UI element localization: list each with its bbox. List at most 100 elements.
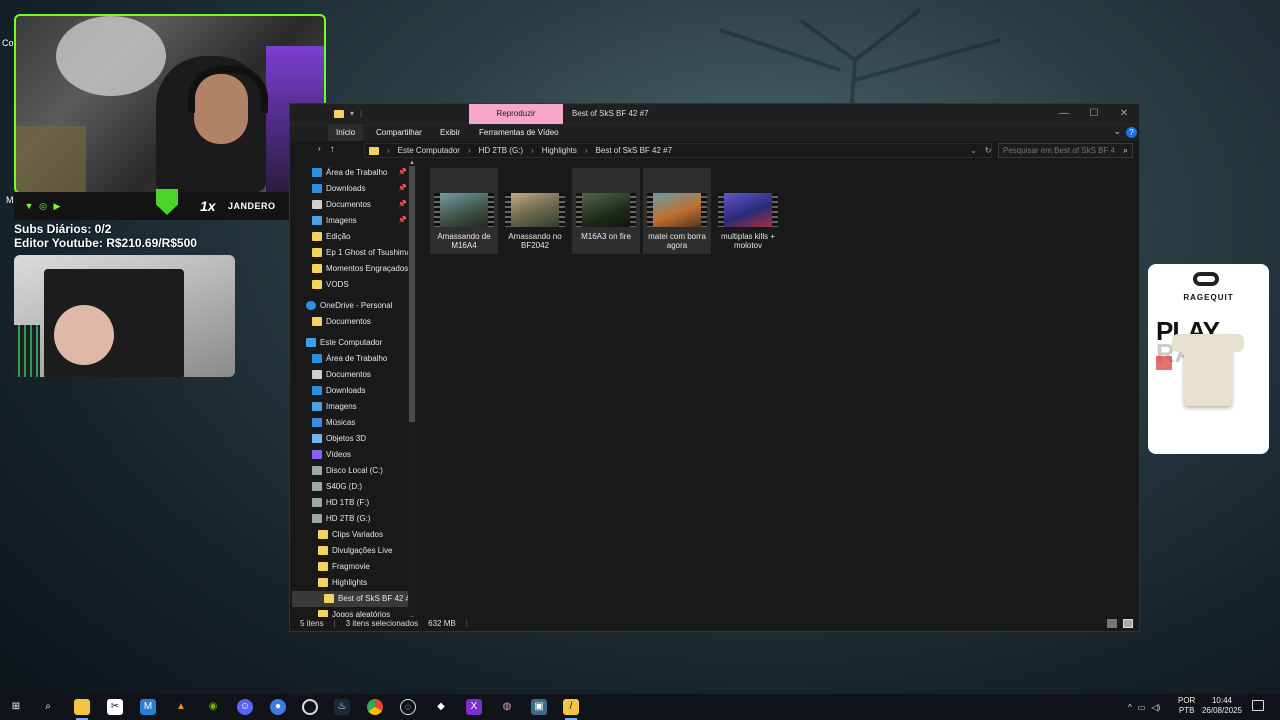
visual-studio-icon[interactable]: X — [466, 699, 482, 715]
obs-icon[interactable] — [302, 699, 318, 715]
ragequit-ad[interactable]: RAGEQUIT PLAY RAGE — [1148, 264, 1269, 454]
capcut-icon[interactable]: ✂ — [107, 699, 123, 715]
desktop-icon-label[interactable]: M — [6, 195, 14, 205]
search-icon[interactable]: ⌕ — [40, 699, 56, 715]
chevron-right-icon[interactable]: › — [387, 146, 390, 155]
breadcrumb-item[interactable]: Highlights — [542, 146, 577, 155]
nav-item-drive[interactable]: Disco Local (C:) — [312, 463, 383, 479]
video-file[interactable]: Amassando de M16A4 — [430, 168, 498, 254]
breadcrumb-item[interactable]: Best of SkS BF 42 #7 — [596, 146, 672, 155]
nav-item-drive[interactable]: S40G (D:) — [312, 479, 362, 495]
gimp-icon[interactable]: ◍ — [499, 699, 515, 715]
maximize-icon[interactable]: ☐ — [1079, 104, 1109, 124]
nav-item-videos[interactable]: Vídeos — [312, 447, 351, 463]
nav-item-this-pc[interactable]: Este Computador — [306, 335, 382, 351]
desktop-icon-label[interactable]: Co — [2, 38, 14, 48]
discord-icon[interactable]: ☺ — [237, 699, 253, 715]
tab-compartilhar[interactable]: Compartilhar — [376, 125, 422, 141]
chevron-down-icon[interactable]: › — [318, 144, 321, 155]
history-dropdown-icon[interactable]: ⌄ — [970, 146, 977, 155]
nav-item-music[interactable]: Músicas — [312, 415, 355, 431]
refresh-icon[interactable]: ↻ — [985, 146, 992, 155]
chevron-right-icon[interactable]: › — [585, 146, 588, 155]
search-icon[interactable]: ⌕ — [1123, 145, 1128, 156]
nav-item-downloads[interactable]: Downloads 📌 — [312, 181, 407, 197]
nav-item-pictures[interactable]: Imagens — [312, 399, 357, 415]
details-view-icon[interactable] — [1107, 619, 1117, 628]
search-input[interactable] — [999, 144, 1119, 157]
nav-item-desktop[interactable]: Área de Trabalho 📌 — [312, 165, 407, 181]
nvidia-icon[interactable]: ◉ — [205, 699, 221, 715]
nav-item-folder[interactable]: Divulgações Live — [318, 543, 392, 559]
video-thumbnail — [505, 193, 565, 227]
nav-item-downloads[interactable]: Downloads — [312, 383, 366, 399]
language-indicator[interactable]: POR PTB — [1178, 696, 1195, 716]
app-icon[interactable]: ▣ — [531, 699, 547, 715]
steam-icon[interactable]: ♨ — [334, 699, 350, 715]
nav-item-drive[interactable]: HD 2TB (G:) — [312, 511, 370, 527]
tab-exibir[interactable]: Exibir — [440, 125, 460, 141]
chevron-right-icon[interactable]: › — [468, 146, 471, 155]
breadcrumb-item[interactable]: Este Computador — [398, 146, 460, 155]
github-icon[interactable]: ◌ — [400, 699, 416, 715]
vlc-icon[interactable]: ▲ — [173, 699, 189, 715]
nav-item-folder[interactable]: Highlights — [318, 575, 367, 591]
video-file[interactable]: matei com borra agora — [643, 168, 711, 254]
qat-dropdown-icon[interactable]: ▾ — [350, 109, 354, 118]
nav-scrollbar[interactable]: ▲ ▼ — [408, 160, 416, 622]
start-icon[interactable]: ⊞ — [8, 699, 24, 715]
nav-item-folder[interactable]: VODS — [312, 277, 349, 293]
nav-item-pictures[interactable]: Imagens 📌 — [312, 213, 407, 229]
tab-inicio[interactable]: Início — [328, 125, 364, 141]
file-name: M16A3 on fire — [581, 232, 631, 241]
breadcrumb-item[interactable]: HD 2TB (G:) — [479, 146, 523, 155]
nav-item-folder[interactable]: Clips Variados — [318, 527, 383, 543]
tab-reproduzir[interactable]: Reproduzir — [469, 104, 563, 124]
close-icon[interactable]: ✕ — [1109, 104, 1139, 124]
title-bar[interactable]: ▾ | Reproduzir Best of SkS BF 42 #7 — ☐ … — [290, 104, 1139, 124]
nav-item-folder[interactable]: Edição — [312, 229, 350, 245]
navigation-pane[interactable]: Área de Trabalho 📌 Downloads 📌 Documentos 📌… — [290, 162, 420, 620]
video-thumbnail — [647, 193, 707, 227]
large-icons-view-icon[interactable] — [1123, 619, 1133, 628]
nav-item-onedrive[interactable]: OneDrive - Personal — [306, 298, 392, 314]
nav-item-3d-objects[interactable]: Objetos 3D — [312, 431, 366, 447]
tab-ferramentas-video[interactable]: Ferramentas de Vídeo — [479, 125, 559, 141]
unity-icon[interactable]: ◆ — [433, 699, 449, 715]
video-file[interactable]: Amassando no BF2042 — [501, 168, 569, 254]
nav-item-folder[interactable]: Momentos Engraçados — [312, 261, 408, 277]
stream-overlay-bar: ▼ ◎ ▶ 1x JANDERO — [14, 189, 322, 220]
chevron-up-icon[interactable]: ^ — [1128, 703, 1132, 712]
up-arrow-icon[interactable]: ↑ — [330, 144, 335, 155]
video-file[interactable]: multiplas kills + molotov — [714, 168, 782, 254]
breadcrumb[interactable]: › Este Computador › HD 2TB (G:) › Highli… — [364, 143, 992, 158]
minimize-icon[interactable]: — — [1049, 104, 1079, 124]
search-box[interactable]: ⌕ — [998, 143, 1133, 158]
chevron-down-icon[interactable]: ⌄ — [1113, 126, 1121, 137]
volume-icon[interactable]: ◁) — [1151, 703, 1160, 712]
nav-item-drive[interactable]: HD 1TB (F:) — [312, 495, 369, 511]
nav-item-folder[interactable]: Fragmovie — [318, 559, 370, 575]
file-list[interactable]: Amassando de M16A4 Amassando no BF2042 M… — [422, 162, 1139, 620]
notification-icon[interactable] — [1252, 700, 1264, 711]
help-icon[interactable]: ? — [1126, 127, 1137, 138]
firefox-icon[interactable]: ● — [270, 699, 286, 715]
file-explorer-icon[interactable] — [74, 699, 90, 720]
scroll-thumb[interactable] — [409, 166, 415, 422]
nav-item-desktop[interactable]: Área de Trabalho — [312, 351, 387, 367]
nav-item-folder[interactable]: Documentos — [312, 314, 371, 330]
drive-icon — [312, 498, 322, 508]
chevron-right-icon[interactable]: › — [531, 146, 534, 155]
objects3d-icon — [312, 434, 322, 444]
nav-item-current-folder[interactable]: Best of SkS BF 42 #7 — [292, 591, 414, 607]
nav-item-documents[interactable]: Documentos — [312, 367, 371, 383]
file-explorer-window[interactable]: ▾ | Reproduzir Best of SkS BF 42 #7 — ☐ … — [289, 103, 1140, 632]
clock[interactable]: 10:44 26/08/2025 — [1200, 696, 1244, 716]
chrome-icon[interactable] — [367, 699, 383, 715]
nav-item-documents[interactable]: Documentos 📌 — [312, 197, 407, 213]
video-file[interactable]: M16A3 on fire — [572, 168, 640, 254]
network-icon[interactable]: ▭ — [1138, 703, 1146, 712]
nav-item-folder[interactable]: Ep 1 Ghost of Tsushima — [312, 245, 411, 261]
ms-store-icon[interactable]: M — [140, 699, 156, 715]
editor-icon[interactable]: / — [563, 699, 579, 720]
